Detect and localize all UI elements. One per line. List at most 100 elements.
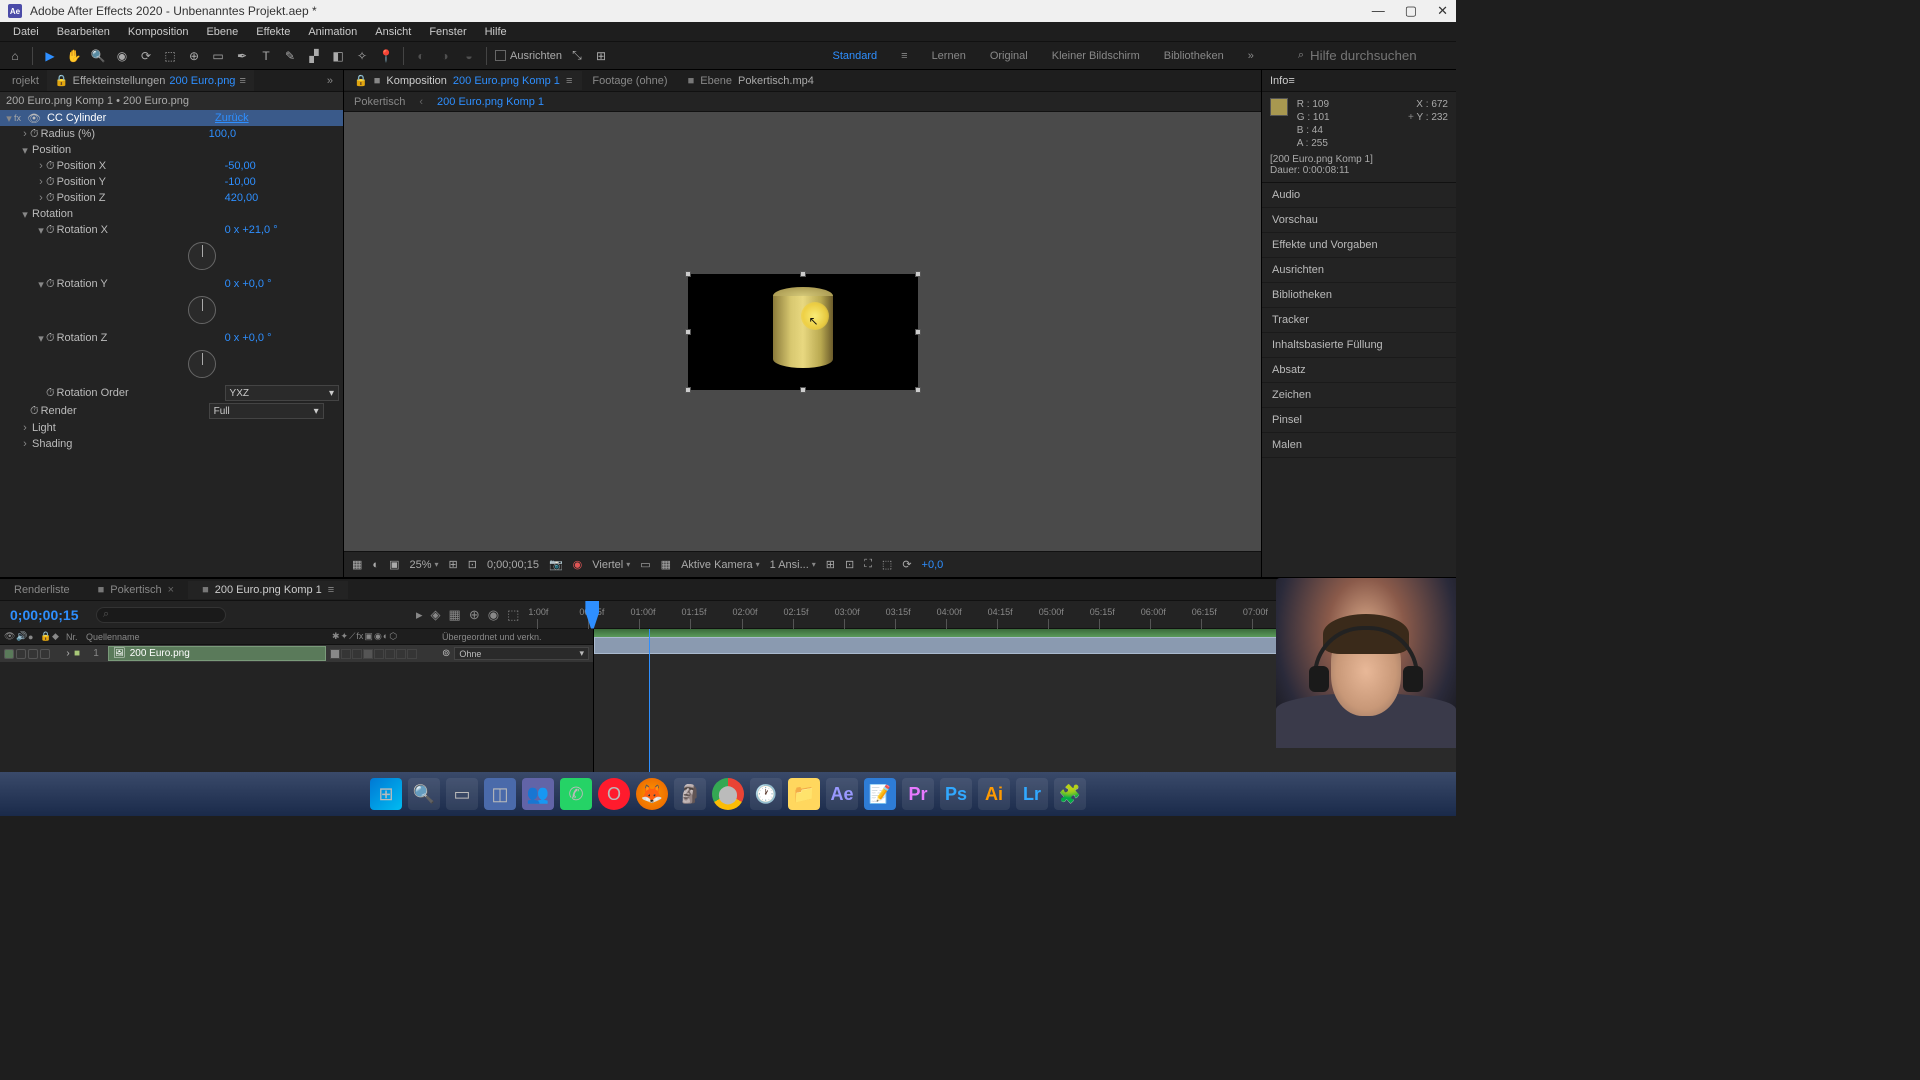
views-dropdown[interactable]: 1 Ansi... (770, 559, 816, 571)
layer-tab[interactable]: ■ Ebene Pokertisch.mp4 (678, 72, 824, 90)
zoom-tool-icon[interactable]: 🔍 (89, 47, 107, 65)
view-opt3-icon[interactable]: ⛶ (864, 558, 872, 571)
comp-tab-active[interactable]: 🔒 ■ Komposition 200 Euro.png Komp 1 ≡ (344, 71, 582, 90)
brush-tool-icon[interactable]: ✎ (281, 47, 299, 65)
menu-datei[interactable]: Datei (5, 24, 47, 40)
panel-vorschau[interactable]: Vorschau (1262, 208, 1456, 233)
rotation-z-dial[interactable] (188, 350, 216, 378)
taskbar-firefox-icon[interactable]: 🦊 (636, 778, 668, 810)
prop-radius[interactable]: ›⏱ Radius (%) 100,0 (0, 126, 343, 142)
taskbar-lightroom-icon[interactable]: Lr (1016, 778, 1048, 810)
prop-light[interactable]: ›Light (0, 420, 343, 436)
snapshot-icon[interactable]: 📷 (549, 558, 563, 571)
sw-1[interactable] (330, 649, 340, 659)
project-tab[interactable]: rojekt (4, 71, 47, 91)
rotate-tool-icon[interactable]: ⟳ (137, 47, 155, 65)
layer-name[interactable]: 🖼 200 Euro.png (108, 646, 326, 661)
reset-link[interactable]: Zurück (215, 112, 249, 124)
camera-dropdown[interactable]: Aktive Kamera (681, 559, 760, 571)
orbit-tool-icon[interactable]: ◉ (113, 47, 131, 65)
sw-6[interactable] (385, 649, 395, 659)
taskbar-search-icon[interactable]: 🔍 (408, 778, 440, 810)
panel-audio[interactable]: Audio (1262, 183, 1456, 208)
taskbar-illustrator-icon[interactable]: Ai (978, 778, 1010, 810)
tl-icon-2[interactable]: ◈ (431, 607, 441, 623)
stopwatch-icon[interactable]: ⏱ (46, 332, 55, 345)
rotation-order-dropdown[interactable]: YXZ▾ (225, 385, 339, 401)
sw-8[interactable] (407, 649, 417, 659)
sw-7[interactable] (396, 649, 406, 659)
taskbar-taskview-icon[interactable]: ▭ (446, 778, 478, 810)
prop-rotation-order[interactable]: ⏱ Rotation Order YXZ▾ (0, 384, 343, 402)
panel-pinsel[interactable]: Pinsel (1262, 408, 1456, 433)
render-dropdown[interactable]: Full▾ (209, 403, 324, 419)
view-opt4-icon[interactable]: ⬚ (882, 558, 892, 571)
stopwatch-icon[interactable]: ⏱ (30, 128, 39, 141)
panel-ausrichten[interactable]: Ausrichten (1262, 258, 1456, 283)
footage-tab[interactable]: Footage (ohne) (582, 72, 677, 90)
resolution-icon[interactable]: ⊞ (449, 558, 458, 571)
taskbar-clock-icon[interactable]: 🕐 (750, 778, 782, 810)
view-opt1-icon[interactable]: ⊞ (826, 558, 835, 571)
panel-zeichen[interactable]: Zeichen (1262, 383, 1456, 408)
prop-position-x[interactable]: ›⏱ Position X -50,00 (0, 158, 343, 174)
taskbar-misc-icon[interactable]: 🧩 (1054, 778, 1086, 810)
stopwatch-icon[interactable]: ⏱ (30, 405, 39, 418)
prop-position-group[interactable]: ▾Position (0, 142, 343, 158)
prop-rotation-z[interactable]: ▾⏱ Rotation Z 0 x +0,0 ° (0, 330, 343, 346)
taskbar-chrome-icon[interactable]: ⬤ (712, 778, 744, 810)
stopwatch-icon[interactable]: ⏱ (46, 387, 55, 400)
tl-tab-current[interactable]: ■200 Euro.png Komp 1≡ (188, 581, 348, 599)
snapping-icon[interactable]: ⤡ (568, 47, 586, 65)
layer-expand-icon[interactable]: › (62, 648, 74, 659)
home-icon[interactable]: ⌂ (6, 47, 24, 65)
menu-ebene[interactable]: Ebene (198, 24, 246, 40)
panel-tracker[interactable]: Tracker (1262, 308, 1456, 333)
composition-viewport[interactable]: ↖ (344, 112, 1261, 551)
effect-cc-cylinder[interactable]: ▾fx👁 CC Cylinder Zurück (0, 110, 343, 126)
menu-komposition[interactable]: Komposition (120, 24, 197, 40)
workspace-lernen[interactable]: Lernen (932, 50, 966, 62)
taskbar-whatsapp-icon[interactable]: ✆ (560, 778, 592, 810)
maximize-button[interactable]: ▢ (1405, 3, 1417, 19)
eye-icon[interactable]: 👁 (27, 112, 41, 125)
prop-shading[interactable]: ›Shading (0, 436, 343, 452)
timeline-timecode[interactable]: 0;00;00;15 (10, 607, 100, 623)
shape-tool-icon[interactable]: ▭ (209, 47, 227, 65)
prop-rotation-y[interactable]: ▾⏱ Rotation Y 0 x +0,0 ° (0, 276, 343, 292)
prop-rotation-group[interactable]: ▾Rotation (0, 206, 343, 222)
prop-render[interactable]: ⏱ Render Full▾ (0, 402, 343, 420)
solo-col-icon[interactable]: ● (24, 632, 36, 642)
eye-col-icon[interactable]: 👁 (0, 631, 12, 642)
composition-canvas[interactable]: ↖ (688, 274, 918, 390)
exposure-value[interactable]: +0,0 (922, 559, 944, 571)
workspace-overflow-icon[interactable]: » (1248, 50, 1254, 62)
taskbar-widgets-icon[interactable]: ◫ (484, 778, 516, 810)
menu-hilfe[interactable]: Hilfe (477, 24, 515, 40)
stopwatch-icon[interactable]: ⏱ (46, 192, 55, 205)
comp-path-b[interactable]: 200 Euro.png Komp 1 (437, 96, 544, 108)
stopwatch-icon[interactable]: ⏱ (46, 278, 55, 291)
puppet-tool-icon[interactable]: 📍 (377, 47, 395, 65)
help-search[interactable]: ⌕ (1298, 47, 1450, 65)
region-icon[interactable]: ▭ (640, 558, 650, 571)
stopwatch-icon[interactable]: ⏱ (46, 176, 55, 189)
chevron-left-icon[interactable]: ‹ (419, 96, 423, 108)
tl-icon-5[interactable]: ◉ (488, 607, 499, 623)
close-button[interactable]: ✕ (1437, 3, 1448, 19)
taskbar-teams-icon[interactable]: 👥 (522, 778, 554, 810)
eraser-tool-icon[interactable]: ◧ (329, 47, 347, 65)
menu-ansicht[interactable]: Ansicht (367, 24, 419, 40)
menu-effekte[interactable]: Effekte (248, 24, 298, 40)
menu-bearbeiten[interactable]: Bearbeiten (49, 24, 118, 40)
tl-icon-4[interactable]: ⊕ (469, 607, 480, 623)
taskbar-start-icon[interactable]: ⊞ (370, 778, 402, 810)
mask-icon[interactable]: ▣ (389, 558, 399, 571)
prop-rotation-x[interactable]: ▾⏱ Rotation X 0 x +21,0 ° (0, 222, 343, 238)
panel-overflow-icon[interactable]: » (321, 75, 339, 87)
prop-position-y[interactable]: ›⏱ Position Y -10,00 (0, 174, 343, 190)
rotation-y-dial[interactable] (188, 296, 216, 324)
tl-tab-pokertisch[interactable]: ■Pokertisch× (84, 581, 188, 599)
stopwatch-icon[interactable]: ⏱ (46, 224, 55, 237)
layer-solo[interactable] (28, 649, 38, 659)
